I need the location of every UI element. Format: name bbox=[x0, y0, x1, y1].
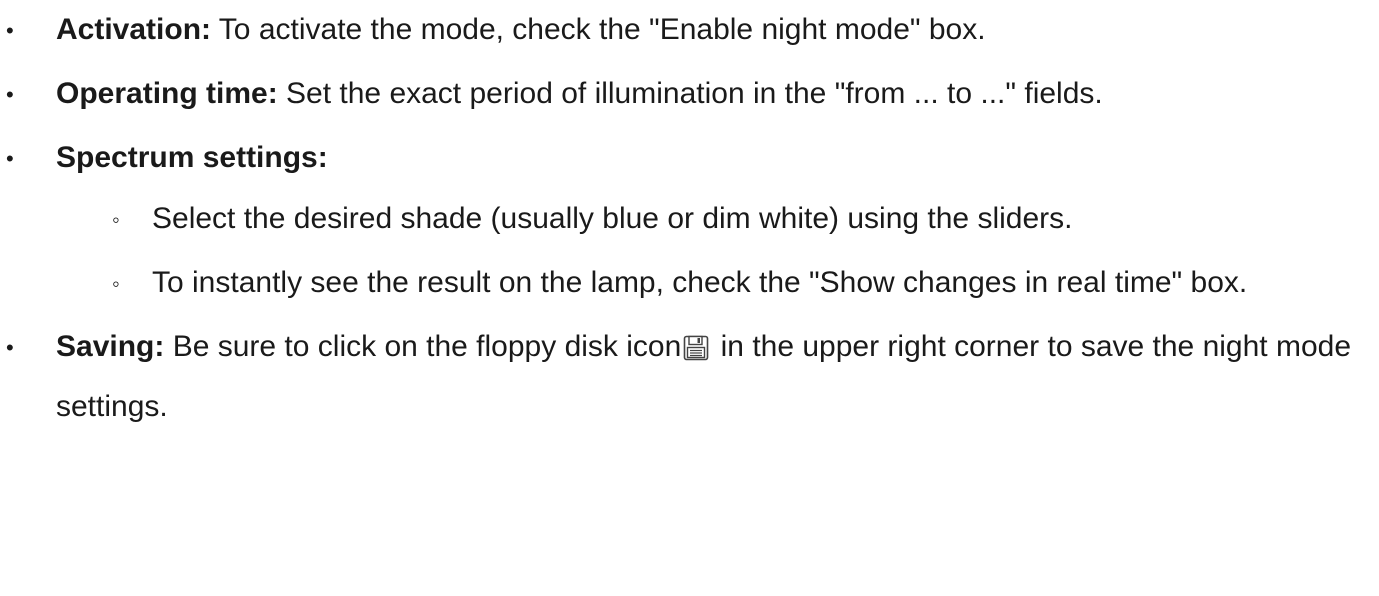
sub-bullet: ◦ bbox=[112, 271, 120, 296]
list-item-operating-time: • Operating time: Set the exact period o… bbox=[0, 66, 1379, 121]
item-text: Be sure to click on the floppy disk icon bbox=[164, 330, 682, 363]
sub-bullet: ◦ bbox=[112, 207, 120, 232]
subitem-text: Select the desired shade (usually blue o… bbox=[152, 202, 1073, 235]
list-item-saving: • Saving: Be sure to click on the floppy… bbox=[0, 319, 1379, 434]
list-item-activation: • Activation: To activate the mode, chec… bbox=[0, 2, 1379, 57]
floppy-disk-icon bbox=[683, 324, 709, 379]
spectrum-sublist: ◦ Select the desired shade (usually blue… bbox=[56, 191, 1379, 310]
instruction-list: • Activation: To activate the mode, chec… bbox=[0, 0, 1379, 434]
bullet: • bbox=[6, 82, 14, 107]
sublist-item-shade: ◦ Select the desired shade (usually blue… bbox=[55, 191, 1379, 246]
item-heading: Spectrum settings: bbox=[56, 141, 328, 174]
item-heading: Saving: bbox=[56, 330, 165, 363]
item-heading: Operating time: bbox=[56, 77, 278, 110]
instructions-document: • Activation: To activate the mode, chec… bbox=[0, 0, 1379, 596]
bullet: • bbox=[6, 146, 14, 171]
item-text: To activate the mode, check the "Enable … bbox=[211, 13, 986, 46]
sublist-item-realtime: ◦ To instantly see the result on the lam… bbox=[55, 255, 1379, 310]
bullet: • bbox=[6, 18, 14, 43]
item-heading: Activation: bbox=[56, 13, 212, 46]
list-item-spectrum-settings: • Spectrum settings: ◦ Select the desire… bbox=[0, 130, 1379, 310]
subitem-text: To instantly see the result on the lamp,… bbox=[152, 266, 1248, 299]
item-text: Set the exact period of illumination in … bbox=[277, 77, 1103, 110]
bullet: • bbox=[6, 335, 14, 360]
